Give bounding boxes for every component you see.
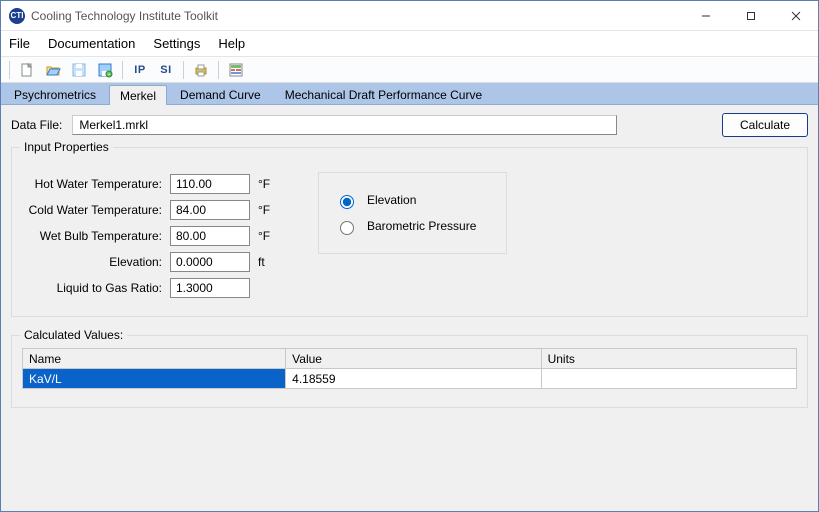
tabstrip: Psychrometrics Merkel Demand Curve Mecha… [1,83,818,105]
calculate-button[interactable]: Calculate [722,113,808,137]
datafile-input[interactable] [72,115,617,135]
barometric-radio[interactable] [340,221,354,235]
menu-documentation[interactable]: Documentation [48,36,135,51]
toolbar: + IP SI [1,57,818,83]
save-icon[interactable] [68,59,90,81]
wet-bulb-unit: °F [258,229,288,243]
new-file-icon[interactable] [16,59,38,81]
elevation-label: Elevation: [22,255,162,269]
hot-water-input[interactable] [170,174,250,194]
cell-name: KaV/L [23,369,286,389]
cell-units [541,369,796,389]
elevation-radio-label: Elevation [367,193,416,207]
print-icon[interactable] [190,59,212,81]
titlebar: CTI Cooling Technology Institute Toolkit [1,1,818,31]
app-icon: CTI [9,8,25,24]
input-properties-legend: Input Properties [20,140,113,154]
barometric-radio-label: Barometric Pressure [367,219,476,233]
menu-settings[interactable]: Settings [153,36,200,51]
si-units-button[interactable]: SI [155,59,177,81]
app-window: CTI Cooling Technology Institute Toolkit… [0,0,819,512]
data-tool-icon[interactable] [225,59,247,81]
open-file-icon[interactable] [42,59,64,81]
window-title: Cooling Technology Institute Toolkit [31,9,683,23]
tab-psychrometrics[interactable]: Psychrometrics [3,84,107,104]
elevation-radio-row[interactable]: Elevation [335,187,476,213]
lg-ratio-label: Liquid to Gas Ratio: [22,281,162,295]
col-value[interactable]: Value [286,349,541,369]
elevation-radio[interactable] [340,195,354,209]
tab-merkel[interactable]: Merkel [109,85,167,105]
table-row[interactable]: KaV/L 4.18559 [23,369,797,389]
menubar: File Documentation Settings Help [1,31,818,57]
save-as-icon[interactable]: + [94,59,116,81]
close-button[interactable] [773,1,818,30]
svg-text:+: + [108,72,111,78]
elevation-input[interactable] [170,252,250,272]
wet-bulb-label: Wet Bulb Temperature: [22,229,162,243]
content-area: Data File: Calculate Input Properties Ho… [1,105,818,511]
elevation-unit: ft [258,255,288,269]
menu-help[interactable]: Help [218,36,245,51]
datafile-label: Data File: [11,118,62,132]
wet-bulb-input[interactable] [170,226,250,246]
barometric-radio-row[interactable]: Barometric Pressure [335,213,476,239]
cold-water-input[interactable] [170,200,250,220]
cell-value: 4.18559 [286,369,541,389]
cold-water-label: Cold Water Temperature: [22,203,162,217]
input-properties-group: Input Properties Hot Water Temperature: … [11,147,808,317]
col-name[interactable]: Name [23,349,286,369]
calculated-values-group: Calculated Values: Name Value Units KaV/… [11,335,808,408]
hot-water-unit: °F [258,177,288,191]
menu-file[interactable]: File [9,36,30,51]
results-table: Name Value Units KaV/L 4.18559 [22,348,797,389]
col-units[interactable]: Units [541,349,796,369]
cold-water-unit: °F [258,203,288,217]
minimize-button[interactable] [683,1,728,30]
hot-water-label: Hot Water Temperature: [22,177,162,191]
ip-units-button[interactable]: IP [129,59,151,81]
tab-demand-curve[interactable]: Demand Curve [169,84,272,104]
calculated-values-legend: Calculated Values: [20,328,127,342]
lg-ratio-input[interactable] [170,278,250,298]
tab-mechanical-draft[interactable]: Mechanical Draft Performance Curve [274,84,493,104]
altitude-mode-panel: Elevation Barometric Pressure [318,172,507,254]
maximize-button[interactable] [728,1,773,30]
